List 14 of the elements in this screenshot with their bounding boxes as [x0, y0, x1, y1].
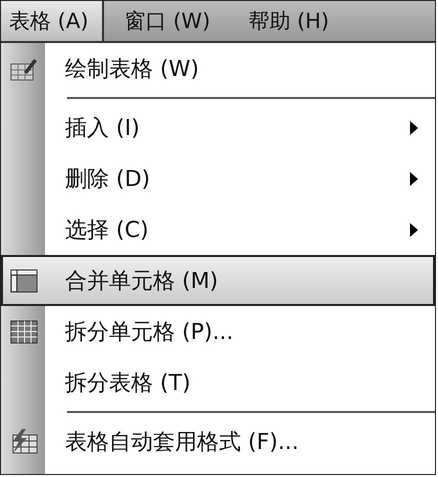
table-lightning-icon — [10, 428, 38, 454]
menu-item[interactable]: 拆分单元格 (P)... — [1, 306, 435, 357]
menu-item[interactable]: 删除 (D) — [1, 153, 435, 204]
menu-item[interactable]: 选择 (C) — [1, 204, 435, 255]
menu-title[interactable]: 帮助 (H) — [228, 1, 348, 41]
menu-item[interactable]: 绘制表格 (W) — [1, 43, 435, 94]
menu-item[interactable]: 拆分表格 (T) — [1, 357, 435, 408]
menu-item[interactable]: 合并单元格 (M) — [1, 255, 435, 306]
menu-title[interactable]: 表格 (A) — [1, 1, 104, 41]
menu-item[interactable]: 插入 (I) — [1, 102, 435, 153]
menu-item[interactable]: 表格自动套用格式 (F)... — [1, 416, 435, 467]
merge-cells-icon — [10, 268, 38, 294]
menu-title[interactable]: 窗口 (W) — [104, 1, 228, 41]
table-grid-icon — [10, 318, 38, 344]
